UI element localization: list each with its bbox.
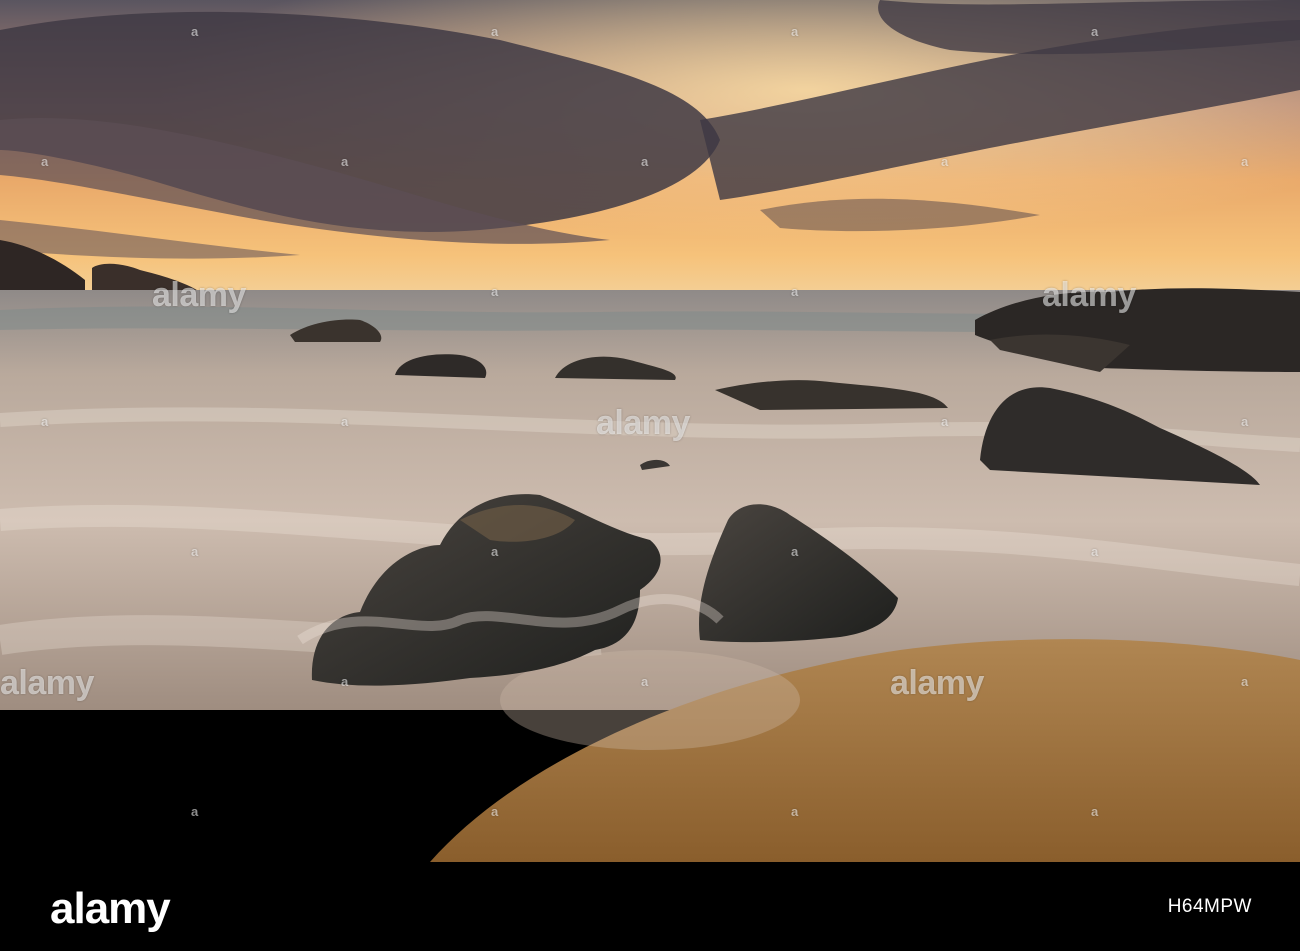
watermark-mark: a <box>791 804 798 819</box>
watermark-bottom-right: alamy <box>890 664 984 702</box>
watermark-mark: a <box>1091 24 1098 39</box>
watermark-mark: a <box>491 24 498 39</box>
watermark-left: alamy <box>0 664 94 702</box>
watermark-mark: a <box>941 154 948 169</box>
watermark-center: alamy <box>596 404 690 442</box>
alamy-logo: alamy <box>50 884 171 933</box>
watermark-top-left: alamy <box>152 276 246 314</box>
watermark-mark: a <box>1091 804 1098 819</box>
watermark-mark: a <box>491 804 498 819</box>
watermark-mark: a <box>791 284 798 299</box>
watermark-mark: a <box>791 544 798 559</box>
stock-photo-frame: alamy alamy alamy alamy alamy a a a a a … <box>0 0 1300 951</box>
seascape-photo: alamy alamy alamy alamy alamy a a a a a … <box>0 0 1300 862</box>
watermark-mark: a <box>1241 154 1248 169</box>
watermark-mark: a <box>191 24 198 39</box>
watermark-top-right: alamy <box>1042 276 1136 314</box>
watermark-mark: a <box>41 154 48 169</box>
watermark-mark: a <box>641 674 648 689</box>
watermark-mark: a <box>341 154 348 169</box>
watermark-mark: a <box>341 674 348 689</box>
stock-footer-bar: alamy H64MPW <box>0 862 1300 951</box>
watermark-mark: a <box>191 544 198 559</box>
watermark-mark: a <box>941 414 948 429</box>
image-id: H64MPW <box>1167 896 1252 917</box>
watermark-mark: a <box>641 154 648 169</box>
watermark-mark: a <box>491 544 498 559</box>
watermark-mark: a <box>341 414 348 429</box>
watermark-mark: a <box>191 804 198 819</box>
watermark-mark: a <box>1241 674 1248 689</box>
watermark-mark: a <box>41 414 48 429</box>
watermark-mark: a <box>491 284 498 299</box>
watermark-mark: a <box>1091 544 1098 559</box>
watermark-mark: a <box>1241 414 1248 429</box>
watermark-mark: a <box>791 24 798 39</box>
